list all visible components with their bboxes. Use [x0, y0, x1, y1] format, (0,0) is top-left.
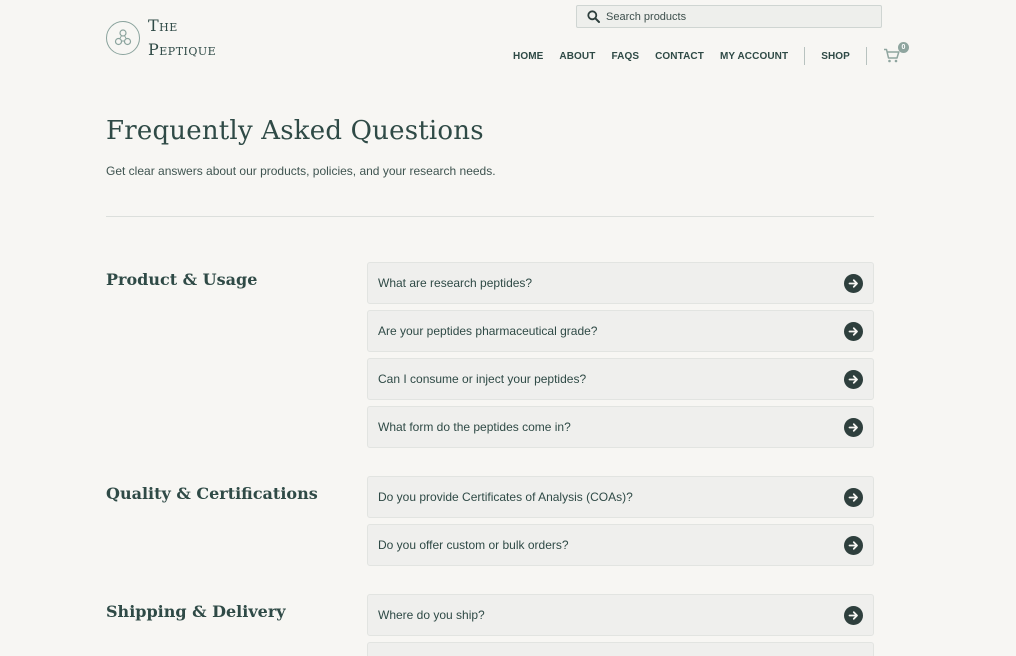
arrow-right-circle-icon — [844, 417, 863, 437]
molecule-icon — [106, 21, 140, 55]
faq-item[interactable]: Where do you ship? — [367, 594, 874, 636]
brand-line-2: Peptique — [148, 40, 217, 59]
section-title-shipping-delivery: Shipping & Delivery — [106, 602, 286, 621]
faq-item[interactable] — [367, 642, 874, 656]
brand-line-1: The — [148, 16, 178, 35]
faq-question: Can I consume or inject your peptides? — [378, 372, 587, 386]
section-divider — [106, 216, 874, 217]
faq-question: Are your peptides pharmaceutical grade? — [378, 324, 598, 338]
faq-page: The Peptique HOME ABOUT FAQS CONTACT MY … — [0, 0, 1016, 656]
arrow-right-circle-icon — [844, 487, 863, 507]
brand-name: The Peptique — [148, 14, 216, 62]
faq-item[interactable]: What form do the peptides come in? — [367, 406, 874, 448]
section-title-quality-certifications: Quality & Certifications — [106, 484, 318, 503]
nav-contact[interactable]: CONTACT — [655, 51, 704, 62]
nav-my-account[interactable]: MY ACCOUNT — [720, 51, 788, 62]
nav-about[interactable]: ABOUT — [559, 51, 595, 62]
faq-item[interactable]: Are your peptides pharmaceutical grade? — [367, 310, 874, 352]
faq-question: Where do you ship? — [378, 608, 485, 622]
search-bar — [576, 5, 882, 28]
faq-question: What form do the peptides come in? — [378, 420, 571, 434]
cart-icon — [883, 48, 900, 63]
main-nav: HOME ABOUT FAQS CONTACT MY ACCOUNT SHOP … — [513, 42, 909, 65]
nav-divider — [865, 47, 867, 65]
page-subtitle: Get clear answers about our products, po… — [106, 164, 496, 178]
page-title: Frequently Asked Questions — [106, 116, 484, 146]
faq-question: What are research peptides? — [378, 276, 533, 290]
faq-item[interactable]: Do you provide Certificates of Analysis … — [367, 476, 874, 518]
nav-faqs[interactable]: FAQS — [611, 51, 639, 62]
nav-divider — [804, 47, 806, 65]
faq-question: Do you offer custom or bulk orders? — [378, 538, 569, 552]
faq-item[interactable]: Do you offer custom or bulk orders? — [367, 524, 874, 566]
nav-shop[interactable]: SHOP — [821, 51, 850, 62]
cart-count-badge: 0 — [897, 42, 909, 53]
faq-item[interactable]: What are research peptides? — [367, 262, 874, 304]
section-title-product-usage: Product & Usage — [106, 270, 258, 289]
arrow-right-circle-icon — [844, 321, 863, 341]
faq-question: Do you provide Certificates of Analysis … — [378, 490, 633, 504]
nav-home[interactable]: HOME — [513, 51, 543, 62]
arrow-right-circle-icon — [844, 605, 863, 625]
cart-button[interactable]: 0 — [883, 42, 909, 64]
arrow-right-circle-icon — [844, 369, 863, 389]
arrow-right-circle-icon — [844, 535, 863, 555]
arrow-right-circle-icon — [844, 273, 863, 293]
search-input[interactable] — [606, 10, 866, 23]
faq-item[interactable]: Can I consume or inject your peptides? — [367, 358, 874, 400]
brand-logo[interactable]: The Peptique — [106, 14, 216, 62]
search-icon[interactable] — [587, 10, 600, 23]
